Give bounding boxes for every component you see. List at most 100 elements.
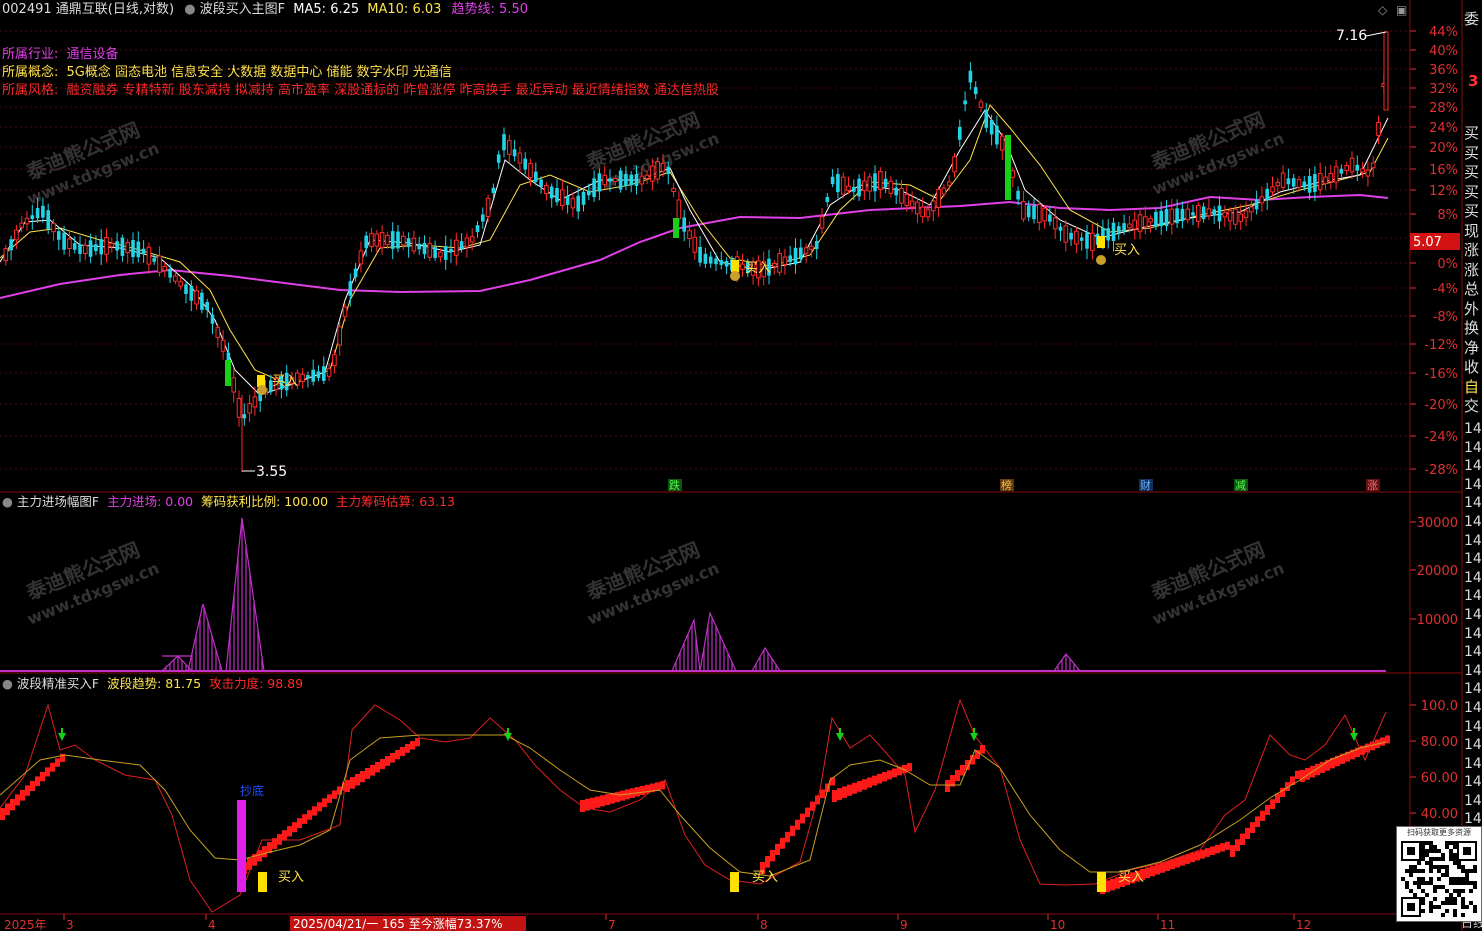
event-marker: 涨	[1367, 479, 1378, 492]
price-axis-label: -4%	[1433, 282, 1458, 297]
price-axis-label: -24%	[1424, 430, 1458, 445]
buy-marker[interactable]: 买入	[730, 260, 771, 281]
p3-buy-marker[interactable]: 买入	[730, 870, 778, 892]
right-panel-number: 14	[1464, 439, 1482, 456]
panel3-axis: 100.0 80.00 60.00 40.00	[1410, 699, 1458, 822]
right-panel-red-digit: 3	[1468, 72, 1479, 90]
right-panel-tab[interactable]: 涨	[1464, 261, 1479, 281]
right-panel-number: 14	[1464, 681, 1482, 698]
right-panel-tab[interactable]: 交	[1464, 397, 1479, 417]
panel3-title[interactable]: 波段精准买入F	[17, 676, 99, 691]
bottom-signal-bar	[237, 800, 246, 892]
event-marker: 财	[1140, 478, 1151, 492]
down-arrow-icon	[836, 733, 844, 741]
price-axis-label: 20%	[1429, 141, 1458, 156]
qr-box[interactable]: 扫码获取更多资源	[1396, 826, 1482, 922]
down-arrow-icon	[58, 733, 66, 741]
down-arrow-icon	[1350, 733, 1358, 741]
right-panel-number: 14	[1464, 625, 1482, 642]
panel2-header: ● 主力进场幅图F 主力进场: 0.00 筹码获利比例: 100.00 主力筹码…	[2, 494, 455, 510]
price-axis-label: -16%	[1424, 367, 1458, 382]
right-panel-tab[interactable]: 现	[1464, 222, 1479, 242]
right-panel-number: 14	[1464, 513, 1482, 530]
right-panel-number: 14	[1464, 699, 1482, 716]
right-panel-number: 14	[1464, 495, 1482, 512]
date-year: 2025年	[4, 918, 47, 931]
right-panel-number: 14	[1464, 551, 1482, 568]
right-panel-tab[interactable]: 总	[1464, 280, 1479, 300]
panel2-value-b: 筹码获利比例: 100.00	[201, 494, 329, 509]
qr-code-icon	[1401, 841, 1477, 917]
date-cursor-label: 2025/04/21/一 165 至今涨幅73.37%	[293, 916, 503, 931]
buy-marker[interactable]: 买入	[1096, 236, 1140, 265]
right-panel-number: 14	[1464, 718, 1482, 735]
price-axis-label: 32%	[1429, 82, 1458, 97]
right-panel-number: 14	[1464, 458, 1482, 475]
p3-buy-marker[interactable]: 买入	[1097, 870, 1144, 892]
date-month: 7	[608, 918, 616, 931]
attack-line	[0, 698, 1387, 913]
price-axis-label: -28%	[1424, 463, 1458, 478]
price-axis-label: 12%	[1429, 184, 1458, 199]
wave-trend-line	[0, 734, 1387, 877]
high-price-label: 7.16	[1336, 28, 1367, 44]
right-panel-tab[interactable]: 外	[1464, 300, 1479, 320]
high-price-arrow	[1365, 31, 1387, 37]
right-panel-tab[interactable]: 买	[1464, 163, 1479, 183]
right-panel-number: 14	[1464, 755, 1482, 772]
right-panel-top[interactable]: 委	[1464, 8, 1479, 29]
right-panel-tab[interactable]: 买	[1464, 144, 1479, 164]
panel2-value-c: 主力筹码估算: 63.13	[336, 494, 456, 509]
wave-bars	[0, 735, 1390, 894]
right-panel-tab[interactable]: 自	[1464, 378, 1479, 398]
price-axis-label: -20%	[1424, 398, 1458, 413]
panel3-value-a: 波段趋势: 81.75	[107, 676, 202, 691]
right-panel-number: 14	[1464, 569, 1482, 586]
right-panel-tab[interactable]: 涨	[1464, 241, 1479, 261]
right-panel-tab[interactable]: 买	[1464, 202, 1479, 222]
right-panel-tab[interactable]: 净	[1464, 339, 1479, 359]
svg-text:买入: 买入	[272, 374, 298, 389]
right-panel-tab[interactable]: 买	[1464, 183, 1479, 203]
panel-dot-icon: ●	[2, 494, 13, 509]
sell-signal-bar	[1005, 135, 1011, 200]
money-bag-icon	[730, 271, 740, 281]
panel2-axis-label: 30000	[1417, 516, 1458, 531]
down-arrow-icon	[504, 733, 512, 741]
money-bag-icon	[257, 385, 267, 395]
current-price-value: 5.07	[1413, 235, 1442, 250]
svg-text:买入: 买入	[745, 261, 771, 276]
date-month: 8	[760, 918, 768, 931]
money-bag-icon	[1096, 255, 1106, 265]
date-month: 11	[1160, 918, 1175, 931]
sell-signal-bar	[673, 218, 679, 238]
right-panel: 委 3 买买买买买现涨涨总外换净收自交 14 14 14 14 14 14 14 14 14 14…	[1463, 0, 1482, 931]
panel3-header: ● 波段精准买入F 波段趋势: 81.75 攻击力度: 98.89	[2, 676, 303, 692]
event-marker: 跌	[669, 478, 680, 492]
right-panel-number: 14	[1464, 737, 1482, 754]
right-panel-tab[interactable]: 换	[1464, 319, 1479, 339]
event-markers[interactable]: 跌 榜 财 减 涨	[668, 478, 1380, 492]
chart-canvas[interactable]: 泰迪熊公式网 www.tdxgsw.cn 泰迪熊公式网 www.tdxgsw.c…	[0, 0, 1482, 931]
price-axis-label: 16%	[1429, 163, 1458, 178]
date-axis: 2025年 3 4 7 8 9 10 11 12	[4, 914, 1311, 931]
svg-text:买入: 买入	[1114, 243, 1140, 258]
right-panel-number: 14	[1464, 421, 1482, 437]
sell-arrows	[58, 728, 1358, 741]
p3-buy-marker[interactable]: 买入	[258, 870, 304, 892]
panel2-title[interactable]: 主力进场幅图F	[17, 494, 99, 509]
right-panel-tab[interactable]: 买	[1464, 124, 1479, 144]
event-marker: 榜	[1001, 478, 1012, 492]
panel3-axis-label: 60.00	[1421, 771, 1458, 786]
right-panel-tab[interactable]: 收	[1464, 358, 1479, 378]
volume-spikes	[161, 517, 1081, 672]
right-panel-number: 14	[1464, 532, 1482, 549]
date-month: 3	[66, 918, 74, 931]
date-month: 12	[1296, 918, 1311, 931]
panel-dot-icon: ●	[2, 676, 13, 691]
buy-marker[interactable]: 买入	[257, 374, 298, 395]
svg-text:买入: 买入	[752, 870, 778, 885]
price-axis-label: 36%	[1429, 63, 1458, 78]
price-axis-label: 40%	[1429, 44, 1458, 59]
panel3-axis-label: 40.00	[1421, 807, 1458, 822]
